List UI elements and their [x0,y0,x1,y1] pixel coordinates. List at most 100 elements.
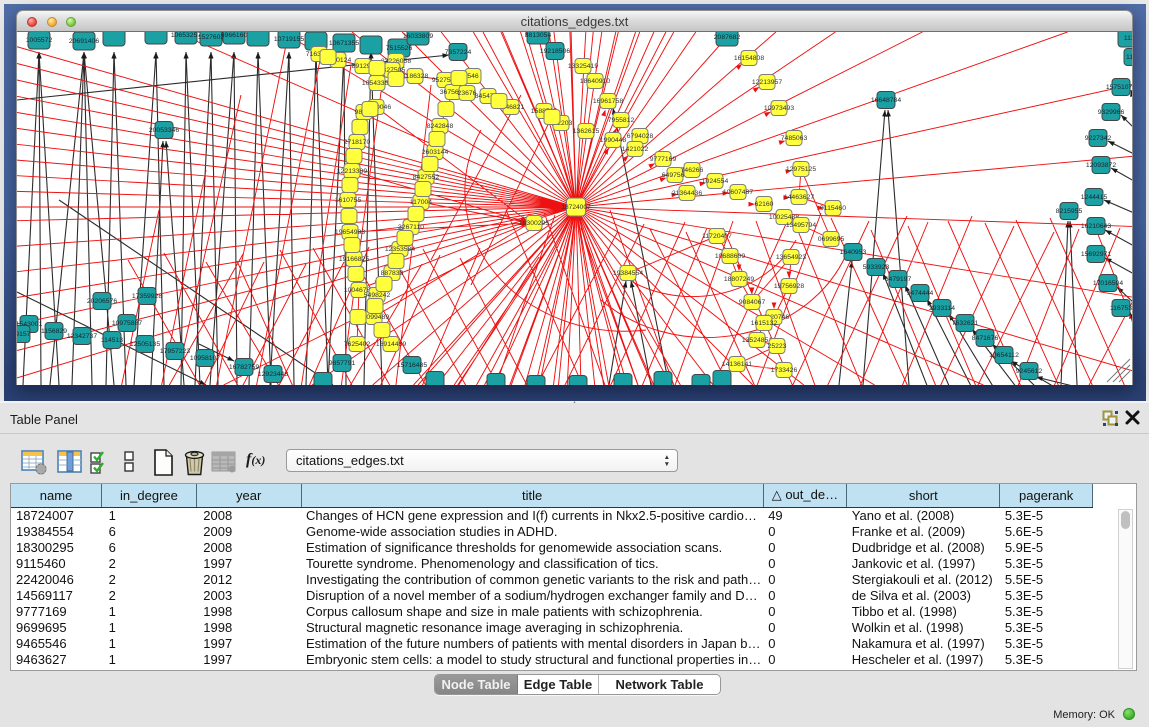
svg-text:15751074: 15751074 [1106,84,1133,91]
svg-text:14136141: 14136141 [722,361,752,368]
svg-text:62160: 62160 [755,201,774,208]
svg-text:16648784: 16648784 [871,97,901,104]
svg-text:19166825: 19166825 [339,256,369,263]
svg-text:114513: 114513 [101,337,123,344]
svg-text:12505135: 12505135 [130,341,160,348]
svg-text:12093872: 12093872 [1086,162,1116,169]
svg-text:10958107: 10958107 [190,355,220,362]
svg-text:7625402: 7625402 [344,341,371,348]
svg-text:18640910: 18640910 [580,78,610,85]
svg-text:1421022: 1421022 [622,146,649,153]
svg-text:13495794: 13495794 [786,222,816,229]
svg-text:8813054: 8813054 [525,32,552,39]
svg-text:20053346: 20053346 [149,127,179,134]
svg-text:1990448: 1990448 [600,137,627,144]
svg-text:17016504: 17016504 [1093,280,1123,287]
svg-text:19218506: 19218506 [540,48,570,55]
svg-text:10975887: 10975887 [112,320,142,327]
svg-text:10719155: 10719155 [274,36,304,43]
svg-text:13325419: 13325419 [568,63,598,70]
svg-text:116753: 116753 [1110,305,1132,312]
svg-text:9245612: 9245612 [1016,368,1043,375]
svg-text:887833: 887833 [381,270,404,277]
svg-text:746266: 746266 [681,167,704,174]
svg-text:39157: 39157 [17,331,31,338]
svg-text:1733426: 1733426 [771,367,798,374]
svg-text:9857791: 9857791 [329,360,356,367]
svg-text:6794028: 6794028 [627,133,654,140]
svg-text:7632621: 7632621 [952,320,979,327]
svg-text:16210643: 16210643 [1081,223,1111,230]
svg-text:18807249: 18807249 [724,276,754,283]
svg-text:13654923: 13654923 [776,254,806,261]
svg-text:1362615: 1362615 [573,128,600,135]
svg-text:16961758: 16961758 [593,98,623,105]
svg-text:16033809: 16033809 [403,33,433,40]
svg-text:9329966: 9329966 [1098,109,1125,116]
svg-text:12342737: 12342737 [67,333,97,340]
svg-text:5933923: 5933923 [863,264,890,271]
svg-text:9777169: 9777169 [650,156,677,163]
svg-text:1156829: 1156829 [41,328,67,335]
svg-text:16914439: 16914439 [376,341,406,348]
svg-text:20206576: 20206576 [87,298,117,305]
svg-text:8471676: 8471676 [972,335,999,342]
svg-text:9084067: 9084067 [739,299,766,306]
svg-text:18300295: 18300295 [519,220,549,227]
svg-text:7357224: 7357224 [445,49,472,56]
svg-text:14463627: 14463627 [784,194,814,201]
svg-text:10671355: 10671355 [329,40,359,47]
svg-text:546: 546 [467,73,479,80]
svg-text:111: 111 [1124,35,1133,42]
svg-text:8242848: 8242848 [427,123,454,130]
svg-text:2718170: 2718170 [344,139,371,146]
svg-text:10607487: 10607487 [723,189,753,196]
svg-text:1610755: 1610755 [335,197,362,204]
svg-text:1640953: 1640953 [840,249,867,256]
svg-text:16782759: 16782759 [229,364,259,371]
svg-text:1244415: 1244415 [1081,194,1108,201]
svg-text:19756928: 19756928 [774,283,804,290]
svg-text:12213389: 12213389 [337,168,367,175]
svg-text:10973493: 10973493 [764,105,794,112]
svg-text:15716485: 15716485 [397,362,427,369]
svg-text:18724007: 18724007 [561,204,591,211]
svg-text:1112: 1112 [1126,54,1133,61]
svg-text:21364436: 21364436 [672,190,702,197]
svg-text:2087682: 2087682 [714,34,741,41]
svg-text:12213957: 12213957 [752,79,782,86]
svg-text:5498242: 5498242 [364,292,391,299]
svg-text:9474444: 9474444 [907,290,934,297]
svg-text:3267110: 3267110 [398,224,424,231]
svg-text:9227342: 9227342 [1085,135,1112,142]
svg-text:2603144: 2603144 [422,149,449,156]
svg-text:11720407: 11720407 [702,233,732,240]
svg-text:12353584: 12353584 [385,246,415,253]
svg-text:12923448: 12923448 [258,371,288,378]
svg-text:7955812: 7955812 [608,117,635,124]
svg-text:10653257: 10653257 [171,32,201,39]
svg-text:7485063: 7485063 [781,135,808,142]
svg-text:25223: 25223 [768,343,787,350]
svg-text:1024554: 1024554 [702,178,729,185]
svg-text:9115460: 9115460 [820,205,846,212]
svg-text:16154808: 16154808 [734,55,764,62]
svg-text:7515526: 7515526 [386,45,413,52]
svg-text:10688609: 10688609 [715,253,745,260]
svg-text:15692971: 15692971 [1081,251,1111,258]
svg-text:1005572: 1005572 [26,37,53,44]
svg-text:19384554: 19384554 [613,270,643,277]
svg-text:6966160: 6966160 [221,32,248,39]
svg-text:117004: 117004 [410,199,432,206]
svg-text:17359928: 17359928 [132,293,162,300]
svg-text:0699695: 0699695 [818,236,845,243]
svg-text:12975125: 12975125 [786,166,816,173]
svg-text:19654983: 19654983 [335,229,365,236]
svg-text:8427552: 8427552 [413,174,440,181]
svg-text:2933114: 2933114 [929,305,955,312]
svg-text:6479197: 6479197 [885,276,912,283]
svg-text:8186328: 8186328 [402,73,429,80]
svg-text:1615132: 1615132 [751,320,778,327]
svg-text:20691406: 20691406 [69,38,99,45]
svg-text:10654112: 10654112 [989,352,1019,359]
